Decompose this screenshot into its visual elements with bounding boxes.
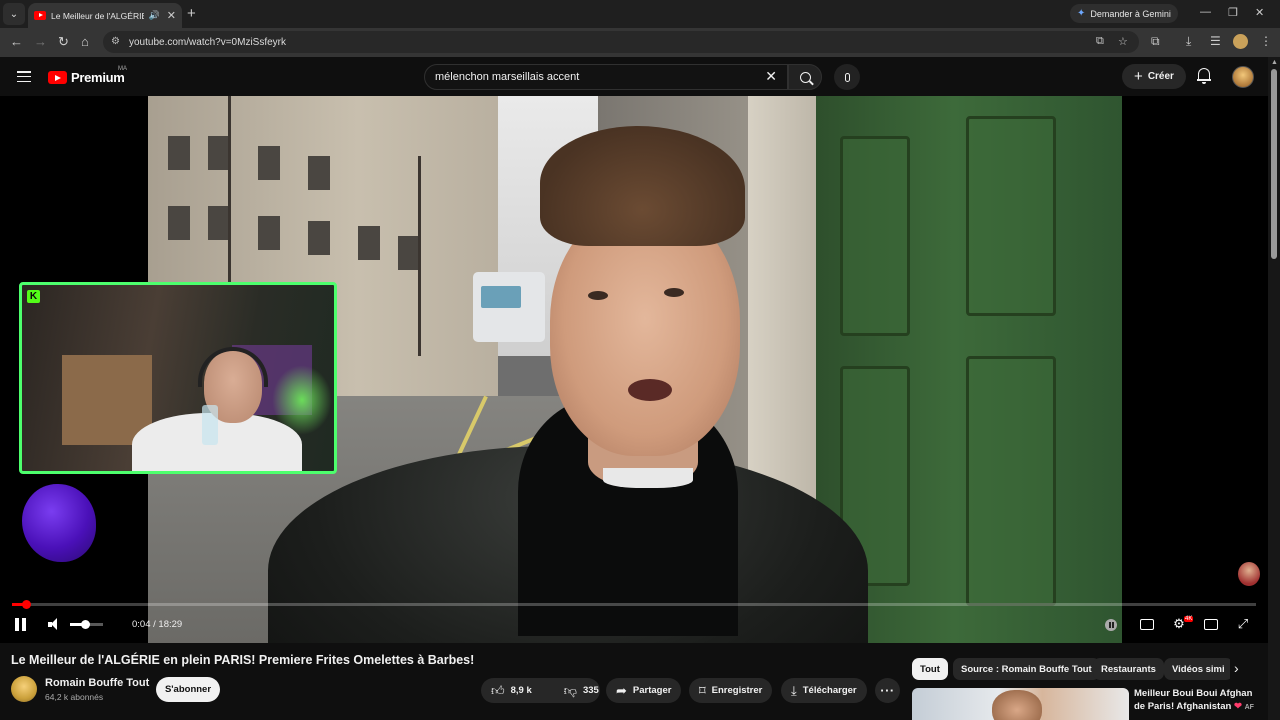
new-tab-button[interactable]: + bbox=[187, 5, 196, 22]
recommendation-thumbnail[interactable] bbox=[912, 688, 1129, 720]
logo-wordmark: Premium bbox=[71, 70, 125, 85]
subscribe-button[interactable]: S'abonner bbox=[156, 677, 220, 702]
bookmark-star-icon[interactable]: ☆ bbox=[1118, 35, 1128, 48]
recommendation-title-block[interactable]: Meilleur Boui Boui Afghan de Paris! Afgh… bbox=[1134, 688, 1264, 714]
tab-close-icon[interactable]: ✕ bbox=[167, 9, 176, 22]
save-label: Enregistrer bbox=[711, 685, 763, 696]
autoplay-toggle-icon[interactable] bbox=[1105, 619, 1117, 631]
minimize-window-icon[interactable]: — bbox=[1200, 6, 1211, 18]
channel-avatar[interactable] bbox=[11, 676, 37, 702]
close-window-icon[interactable]: ✕ bbox=[1255, 6, 1264, 19]
gemini-button[interactable]: ✦ Demander à Gemini bbox=[1070, 4, 1178, 23]
pause-button[interactable] bbox=[15, 618, 27, 631]
gemini-label: Demander à Gemini bbox=[1090, 8, 1171, 19]
downloads-icon[interactable]: ⤓ bbox=[1186, 34, 1191, 49]
guide-menu-icon[interactable] bbox=[17, 71, 31, 83]
save-button[interactable]: ⌑ Enregistrer bbox=[689, 678, 773, 703]
heart-icon: ❤ bbox=[1233, 700, 1242, 712]
total-time: 18:29 bbox=[158, 619, 183, 630]
search-button[interactable] bbox=[788, 64, 822, 90]
share-arrow-icon: ➦ bbox=[616, 682, 627, 698]
notifications-bell-icon[interactable] bbox=[1197, 68, 1211, 84]
volume-icon[interactable] bbox=[48, 618, 62, 631]
progress-scrubber-handle[interactable] bbox=[22, 600, 31, 609]
youtube-premium-logo[interactable]: Premium MA bbox=[48, 66, 127, 85]
create-label: Créer bbox=[1147, 71, 1174, 82]
tab-audio-icon[interactable]: 🔊 bbox=[149, 10, 160, 21]
dislike-count: 335 bbox=[582, 685, 599, 696]
clear-search-icon[interactable]: ✕ bbox=[765, 68, 777, 85]
channel-name[interactable]: Romain Bouffe Tout bbox=[45, 677, 149, 689]
youtube-play-logo-icon bbox=[48, 71, 67, 84]
address-bar[interactable]: ⚙ youtube.com/watch?v=0MziSsfeyrk bbox=[103, 31, 1139, 53]
search-icon bbox=[799, 71, 811, 83]
reload-icon[interactable]: ↻ bbox=[58, 34, 69, 50]
tab-search-button[interactable]: ⌄ bbox=[3, 3, 25, 25]
download-label: Télécharger bbox=[802, 685, 857, 696]
volume-slider[interactable] bbox=[70, 620, 103, 629]
reading-list-icon[interactable]: ☰ bbox=[1210, 34, 1221, 48]
like-count: 8,9 k bbox=[510, 685, 532, 696]
fullscreen-icon[interactable]: ⤢ bbox=[1236, 617, 1250, 631]
browser-profile-avatar[interactable] bbox=[1233, 34, 1248, 49]
microphone-icon bbox=[844, 72, 850, 82]
search-query-text: mélenchon marseillais accent bbox=[435, 71, 580, 83]
youtube-favicon-icon bbox=[34, 11, 46, 20]
page-scrollbar[interactable]: ▲ bbox=[1268, 57, 1280, 720]
download-icon: ⤓ bbox=[791, 682, 797, 698]
tab-title: Le Meilleur de l'ALGÉRIE en plein PARIS!… bbox=[51, 10, 144, 21]
overlay-mini-avatar bbox=[1238, 562, 1260, 586]
streamer-webcam-overlay: K bbox=[19, 282, 337, 474]
back-arrow-icon[interactable]: ← bbox=[10, 34, 23, 49]
share-label: Partager bbox=[632, 685, 672, 696]
browser-tab-strip: ⌄ Le Meilleur de l'ALGÉRIE en plein PARI… bbox=[0, 0, 1280, 28]
dislike-button[interactable]: 👎︎ 335 bbox=[554, 678, 609, 703]
like-dislike-group: 👍︎ 8,9 k 👎︎ 335 bbox=[481, 678, 600, 703]
chip-restaurants[interactable]: Restaurants bbox=[1093, 658, 1164, 680]
restore-window-icon[interactable]: ❐ bbox=[1228, 6, 1238, 19]
account-avatar[interactable] bbox=[1232, 66, 1254, 88]
kick-logo-icon: K bbox=[27, 290, 40, 303]
thumbs-up-icon: 👍︎ bbox=[491, 682, 505, 698]
chip-similar-videos[interactable]: Vidéos simi bbox=[1164, 658, 1230, 680]
like-button[interactable]: 👍︎ 8,9 k bbox=[481, 678, 542, 703]
create-button[interactable]: + Créer bbox=[1122, 64, 1186, 89]
search-input[interactable]: mélenchon marseillais accent ✕ bbox=[424, 64, 788, 90]
logo-country-code: MA bbox=[118, 66, 127, 72]
site-info-icon[interactable]: ⚙ bbox=[111, 36, 120, 47]
forward-arrow-icon[interactable]: → bbox=[34, 34, 47, 49]
browser-tab-active[interactable]: Le Meilleur de l'ALGÉRIE en plein PARIS!… bbox=[28, 3, 182, 28]
extensions-icon[interactable]: ⧉ bbox=[1151, 34, 1160, 49]
time-display: 0:04 / 18:29 bbox=[132, 619, 182, 630]
current-time: 0:04 bbox=[132, 619, 151, 630]
quality-badge: 4K bbox=[1184, 616, 1194, 622]
gemini-sparkle-icon: ✦ bbox=[1077, 8, 1086, 19]
video-title: Le Meilleur de l'ALGÉRIE en plein PARIS!… bbox=[11, 653, 475, 667]
install-app-icon[interactable]: ⧉ bbox=[1096, 35, 1104, 48]
thumbs-down-icon: 👎︎ bbox=[563, 682, 577, 698]
subscriber-count: 64,2 k abonnés bbox=[45, 692, 104, 702]
home-icon[interactable]: ⌂ bbox=[81, 34, 89, 49]
scroll-up-arrow-icon[interactable]: ▲ bbox=[1271, 59, 1278, 66]
youtube-masthead: Premium MA mélenchon marseillais accent … bbox=[0, 57, 1280, 96]
scrollbar-thumb[interactable] bbox=[1271, 69, 1277, 259]
subtitles-icon[interactable] bbox=[1140, 619, 1154, 630]
miniplayer-icon[interactable] bbox=[1204, 619, 1218, 630]
chip-all[interactable]: Tout bbox=[912, 658, 948, 680]
address-bar-url: youtube.com/watch?v=0MziSsfeyrk bbox=[129, 36, 287, 48]
browser-menu-icon[interactable]: ⋮ bbox=[1260, 34, 1272, 48]
chips-next-chevron-icon[interactable]: › bbox=[1234, 660, 1239, 676]
plus-icon: + bbox=[1134, 67, 1143, 85]
more-actions-button[interactable]: ··· bbox=[875, 678, 900, 703]
voice-search-button[interactable] bbox=[834, 64, 860, 90]
volume-handle[interactable] bbox=[80, 620, 90, 629]
chip-source-channel[interactable]: Source : Romain Bouffe Tout bbox=[953, 658, 1100, 680]
recommendation-tag: AF bbox=[1244, 703, 1254, 711]
bookmark-icon: ⌑ bbox=[699, 682, 706, 698]
share-button[interactable]: ➦ Partager bbox=[606, 678, 682, 703]
progress-bar[interactable] bbox=[12, 600, 1256, 609]
related-filter-chips: Tout Source : Romain Bouffe Tout Restaur… bbox=[912, 658, 1230, 680]
download-button[interactable]: ⤓ Télécharger bbox=[781, 678, 867, 703]
purple-orb-overlay bbox=[22, 484, 96, 562]
